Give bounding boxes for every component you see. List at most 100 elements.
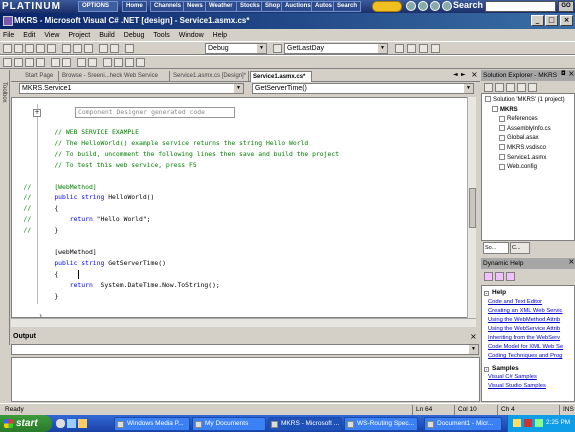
task-ws-routing-spec[interactable]: WS-Routing Spec... <box>344 417 418 431</box>
solution-explorer-icon[interactable] <box>395 44 404 53</box>
nav-refresh-icon[interactable] <box>430 1 440 11</box>
properties-icon[interactable] <box>407 44 416 53</box>
menu-tools[interactable]: Tools <box>153 32 169 39</box>
help-link[interactable]: Using the WebService Attrib <box>488 326 560 332</box>
chevron-down-icon[interactable]: ▼ <box>464 84 473 93</box>
options-button[interactable]: OPTIONS <box>78 1 118 12</box>
tab-service-code[interactable]: Service1.asmx.cs* <box>250 71 312 82</box>
home-button[interactable]: Home <box>122 1 147 12</box>
output-source-combo[interactable]: ▼ <box>11 344 479 355</box>
menu-edit[interactable]: Edit <box>23 32 35 39</box>
scroll-tabs-left-icon[interactable]: ◄ <box>453 71 458 78</box>
close-output-icon[interactable]: × <box>470 332 477 341</box>
tree-item[interactable]: MKRS <box>492 106 518 115</box>
tray-icon[interactable] <box>513 419 521 427</box>
tree-item[interactable]: References <box>499 115 538 124</box>
code-editor[interactable]: + Component Designer generated code // W… <box>11 97 475 318</box>
nav-forward-icon[interactable] <box>418 1 428 11</box>
weather-button[interactable]: Weather <box>205 1 237 12</box>
news-button[interactable]: News <box>183 1 207 12</box>
help-link[interactable]: Creating an XML Web Servic <box>488 308 562 314</box>
open-icon[interactable] <box>25 43 34 53</box>
help-link[interactable]: Using the WebMethod Attrib <box>488 317 560 323</box>
task-my-documents[interactable]: My Documents <box>192 417 266 431</box>
menu-project[interactable]: Project <box>68 32 90 39</box>
copy-icon[interactable] <box>73 43 82 53</box>
help-link[interactable]: Coding Techniques and Prog <box>488 353 562 359</box>
nav-help-icon[interactable] <box>442 1 452 11</box>
tree-item[interactable]: Web.config <box>499 163 537 172</box>
quick-launch-outlook-icon[interactable] <box>78 419 87 428</box>
tab-browse[interactable]: Browse - Sreeni...heck Web Service <box>60 71 170 82</box>
add-item-icon[interactable] <box>14 43 23 53</box>
search-icon[interactable] <box>506 271 515 281</box>
show-all-files-icon[interactable] <box>517 83 526 92</box>
complete-word-icon[interactable] <box>36 57 45 67</box>
auctions-button[interactable]: Auctions <box>281 1 315 12</box>
menu-help[interactable]: Help <box>213 32 227 39</box>
find-combo[interactable]: GetLastDay ▼ <box>284 43 388 54</box>
tree-item[interactable]: AssemblyInfo.cs <box>499 125 551 134</box>
sample-link[interactable]: Visual C# Samples <box>488 374 537 380</box>
tree-item[interactable]: Global.asax <box>499 134 539 143</box>
previous-bookmark-icon[interactable] <box>125 57 134 67</box>
class-navigation-combo[interactable]: MKRS.Service1 ▼ <box>19 83 244 94</box>
find-icon[interactable] <box>273 44 282 53</box>
close-button[interactable]: × <box>560 15 573 26</box>
index-icon[interactable] <box>495 271 504 281</box>
menu-build[interactable]: Build <box>99 32 115 39</box>
chevron-down-icon[interactable]: ▼ <box>378 44 387 53</box>
collapsed-region[interactable]: Component Designer generated code <box>75 107 235 118</box>
maximize-button[interactable]: □ <box>545 15 558 26</box>
collapse-samples-icon[interactable]: - <box>484 367 489 373</box>
tab-service-design[interactable]: Service1.asmx.cs [Design]* <box>171 71 249 82</box>
go-button[interactable]: GO <box>558 1 574 12</box>
tab-class-view[interactable]: C... <box>510 242 530 254</box>
menu-debug[interactable]: Debug <box>124 32 145 39</box>
menu-window[interactable]: Window <box>179 32 204 39</box>
help-link[interactable]: Inheriting from the WebServ <box>488 335 560 341</box>
toggle-icon[interactable] <box>372 1 402 12</box>
toolbox-icon[interactable] <box>419 44 428 53</box>
view-code-icon[interactable] <box>484 83 493 92</box>
config-combo[interactable]: Debug ▼ <box>205 43 267 54</box>
chevron-down-icon[interactable]: ▼ <box>469 345 478 354</box>
quick-launch-desktop-icon[interactable] <box>67 419 76 428</box>
cut-icon[interactable] <box>62 43 71 53</box>
stocks-button[interactable]: Stocks <box>236 1 264 12</box>
quick-launch-ie-icon[interactable] <box>56 419 65 428</box>
editor-horizontal-scrollbar[interactable] <box>11 318 476 327</box>
menu-file[interactable]: File <box>3 32 14 39</box>
member-navigation-combo[interactable]: GetServerTime() ▼ <box>252 83 474 94</box>
undo-icon[interactable] <box>99 43 108 53</box>
toolbox-tab-strip[interactable] <box>0 70 10 345</box>
chevron-down-icon[interactable]: ▼ <box>257 44 266 53</box>
parameter-info-icon[interactable] <box>14 57 23 67</box>
tree-item[interactable]: Solution 'MKRS' (1 project) <box>485 96 565 105</box>
new-project-icon[interactable] <box>3 43 12 53</box>
save-icon[interactable] <box>36 43 45 53</box>
tray-icon[interactable] <box>535 419 543 427</box>
menu-view[interactable]: View <box>44 32 59 39</box>
close-solution-explorer-icon[interactable]: × <box>568 69 575 78</box>
start-debug-icon[interactable] <box>125 43 134 53</box>
clear-bookmarks-icon[interactable] <box>136 57 145 67</box>
task-document1-word[interactable]: Document1 - Micr... <box>424 417 502 431</box>
close-document-icon[interactable]: × <box>471 70 478 79</box>
class-view-icon[interactable] <box>431 44 440 53</box>
tab-solution-explorer[interactable]: So... <box>483 242 509 254</box>
scroll-tabs-right-icon[interactable]: ► <box>461 71 466 78</box>
help-link[interactable]: Code Model for XML Web Se <box>488 344 563 350</box>
uncomment-icon[interactable] <box>88 57 97 67</box>
properties-icon[interactable] <box>528 83 537 92</box>
next-bookmark-icon[interactable] <box>114 57 123 67</box>
refresh-icon[interactable] <box>506 83 515 92</box>
paste-icon[interactable] <box>84 43 93 53</box>
task-windows-media-player[interactable]: Windows Media P... <box>114 417 190 431</box>
editor-vertical-scrollbar[interactable] <box>467 97 476 318</box>
tree-item[interactable]: MKRS.vsdisco <box>499 144 546 153</box>
quick-info-icon[interactable] <box>25 57 34 67</box>
tab-start-page[interactable]: Start Page <box>23 71 59 82</box>
save-all-icon[interactable] <box>47 43 56 53</box>
chevron-down-icon[interactable]: ▼ <box>234 84 243 93</box>
